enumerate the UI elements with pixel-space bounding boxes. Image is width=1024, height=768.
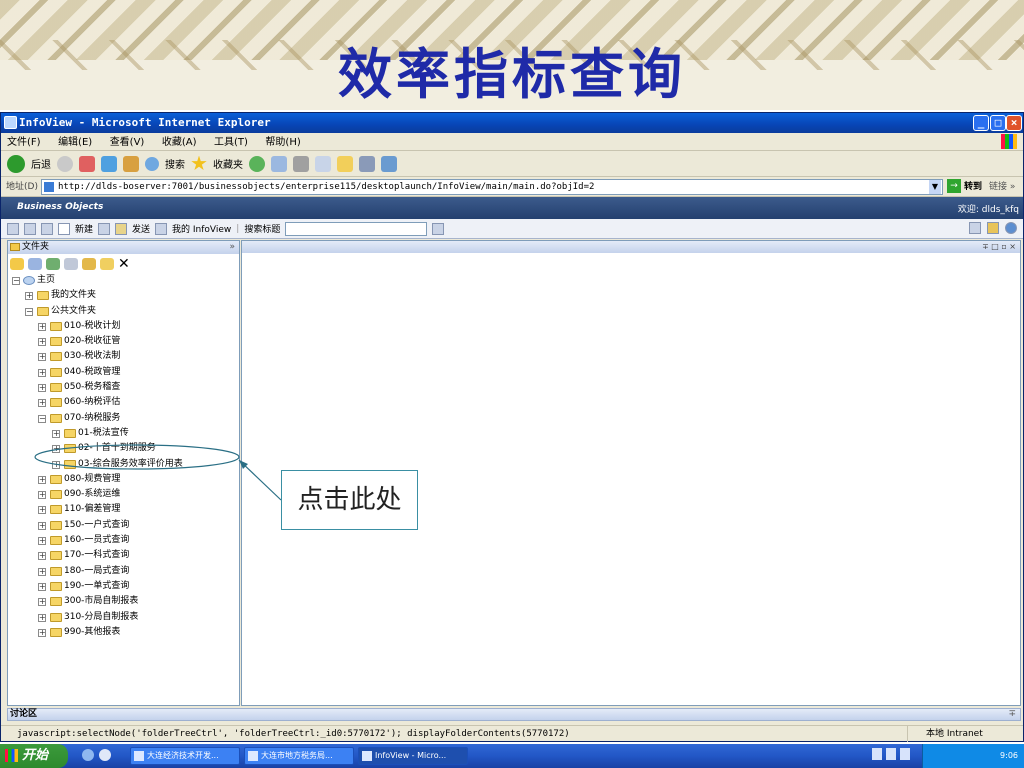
callout-box: 点击此处 — [281, 470, 418, 530]
highlight-ellipse — [34, 444, 240, 470]
annotation-layer — [34, 444, 282, 501]
slide: 效率指标查询 InfoView - Microsoft Internet Exp… — [0, 0, 1024, 768]
